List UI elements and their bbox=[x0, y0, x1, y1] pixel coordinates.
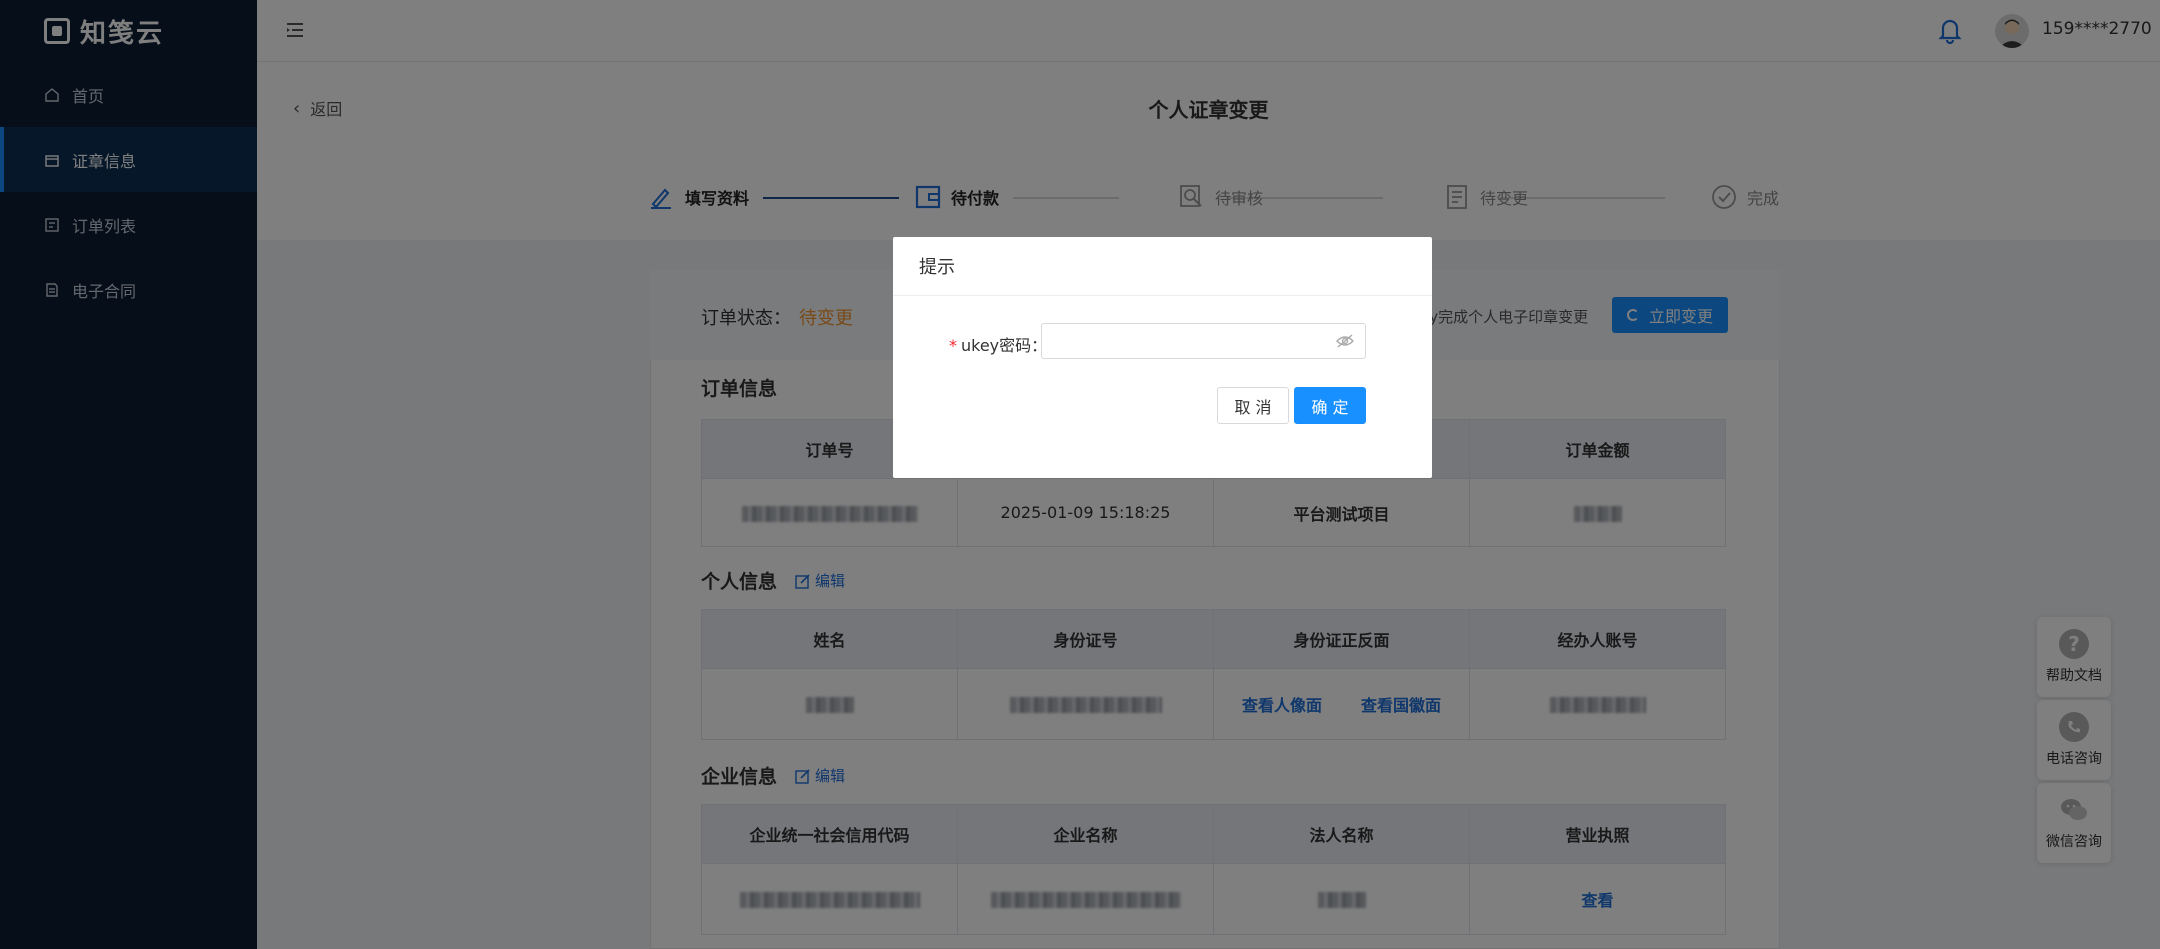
ukey-password-label: * ukey密码： bbox=[949, 332, 1047, 356]
field-label-text: ukey密码： bbox=[961, 336, 1048, 355]
dialog-title: 提示 bbox=[893, 237, 1432, 296]
ukey-password-input[interactable] bbox=[1041, 323, 1366, 359]
eye-off-icon[interactable] bbox=[1335, 333, 1355, 349]
confirm-button[interactable]: 确 定 bbox=[1294, 387, 1366, 424]
cancel-button[interactable]: 取 消 bbox=[1217, 387, 1289, 424]
prompt-dialog: 提示 * ukey密码： 取 消 确 定 bbox=[893, 237, 1432, 478]
required-mark: * bbox=[949, 336, 957, 355]
